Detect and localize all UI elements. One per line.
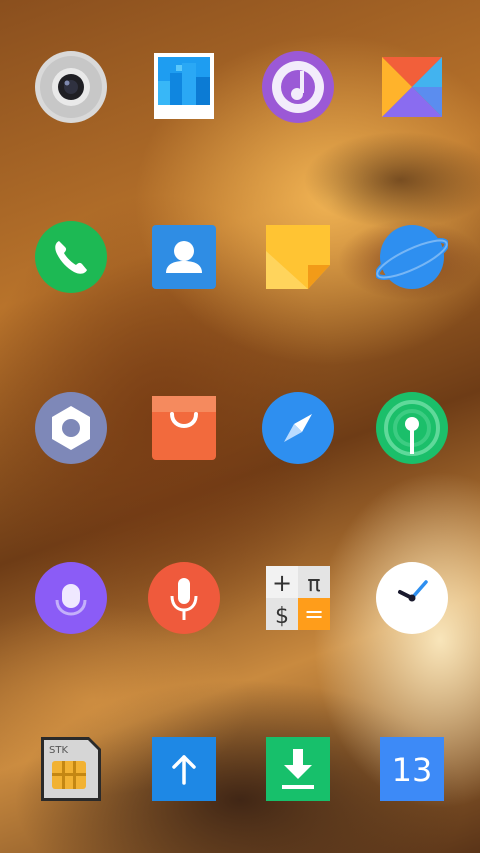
settings-app[interactable]: [35, 392, 107, 464]
gallery-app[interactable]: [148, 51, 220, 123]
location-app[interactable]: [376, 392, 448, 464]
calc-equals-label: =: [304, 600, 324, 628]
themes-icon: [382, 57, 442, 117]
location-icon: [376, 392, 448, 464]
compass-app[interactable]: [262, 392, 334, 464]
gallery-icon: [154, 53, 214, 119]
calculator-app[interactable]: + π $ =: [262, 562, 334, 634]
downloads-icon: [266, 737, 330, 801]
calendar-icon: 13: [380, 737, 444, 801]
phone-app[interactable]: [35, 221, 107, 293]
sim-toolkit-label: STK: [49, 745, 68, 756]
calc-pi-label: π: [307, 572, 320, 597]
sim-toolkit-icon: STK: [41, 737, 101, 801]
clock-icon: [376, 562, 448, 634]
notes-app[interactable]: [262, 221, 334, 293]
voice-assistant-app[interactable]: [35, 562, 107, 634]
settings-icon: [35, 392, 107, 464]
calc-plus-label: +: [272, 569, 292, 597]
sim-toolkit-app[interactable]: STK: [35, 733, 107, 805]
downloads-app[interactable]: [262, 733, 334, 805]
compass-icon: [262, 392, 334, 464]
recorder-icon: [148, 562, 220, 634]
music-app[interactable]: [262, 51, 334, 123]
music-icon: [262, 51, 334, 123]
clock-app[interactable]: [376, 562, 448, 634]
camera-app[interactable]: [35, 51, 107, 123]
browser-icon: [376, 225, 448, 289]
calendar-app[interactable]: 13: [376, 733, 448, 805]
store-icon: [152, 396, 216, 460]
contacts-icon: [152, 225, 216, 289]
phone-icon: [35, 221, 107, 293]
updater-app[interactable]: [148, 733, 220, 805]
calc-dollar-label: $: [275, 604, 289, 629]
browser-app[interactable]: [376, 221, 448, 293]
themes-app[interactable]: [376, 51, 448, 123]
voice-assistant-icon: [35, 562, 107, 634]
camera-icon: [35, 51, 107, 123]
notes-icon: [266, 225, 330, 289]
home-screen-grid: + π $ = STK 13: [0, 0, 480, 853]
calendar-date-label: 13: [392, 751, 433, 789]
recorder-app[interactable]: [148, 562, 220, 634]
updater-icon: [152, 737, 216, 801]
contacts-app[interactable]: [148, 221, 220, 293]
store-app[interactable]: [148, 392, 220, 464]
calculator-icon: + π $ =: [266, 566, 330, 630]
